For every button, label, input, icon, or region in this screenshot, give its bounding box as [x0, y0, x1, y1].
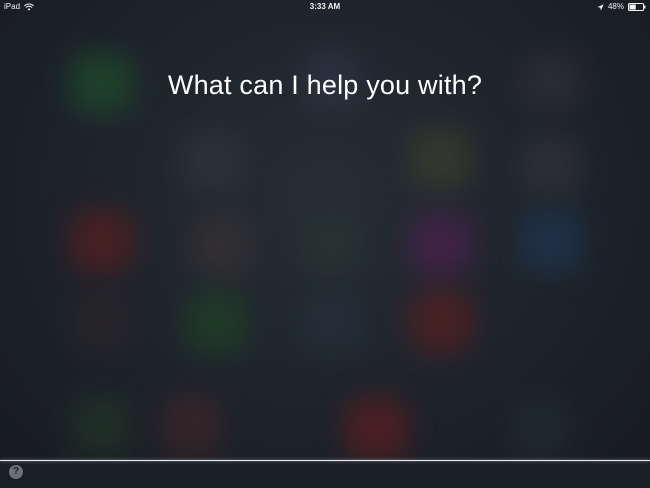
blurred-app-icon	[510, 398, 572, 460]
siri-waveform-line	[0, 460, 650, 461]
siri-bottom-bar: ?	[0, 460, 650, 488]
blurred-app-icon	[410, 128, 472, 190]
blurred-app-icon	[70, 290, 132, 352]
status-bar-right: 48%	[597, 0, 646, 14]
help-button[interactable]: ?	[9, 465, 23, 479]
blurred-app-icon	[520, 135, 582, 197]
blurred-app-icon	[345, 398, 407, 460]
siri-prompt: What can I help you with?	[167, 70, 483, 100]
blurred-app-icon	[70, 395, 132, 457]
status-bar: iPad 3:33 AM 48%	[0, 0, 650, 14]
blurred-app-icon	[190, 215, 252, 277]
blurred-app-icon	[180, 130, 242, 192]
battery-fill	[629, 4, 636, 10]
battery-icon	[628, 3, 646, 11]
battery-percent: 48%	[607, 2, 624, 11]
location-arrow-icon	[597, 3, 604, 11]
blurred-app-icon	[300, 215, 362, 277]
blurred-app-icon	[185, 292, 247, 354]
clock: 3:33 AM	[309, 2, 341, 11]
blurred-app-icon	[410, 213, 472, 275]
blurred-app-icon	[410, 290, 472, 352]
blurred-app-icon	[70, 210, 132, 272]
blurred-app-icon	[300, 292, 362, 354]
blurred-app-icon	[160, 395, 222, 457]
blurred-app-icon	[520, 210, 582, 272]
